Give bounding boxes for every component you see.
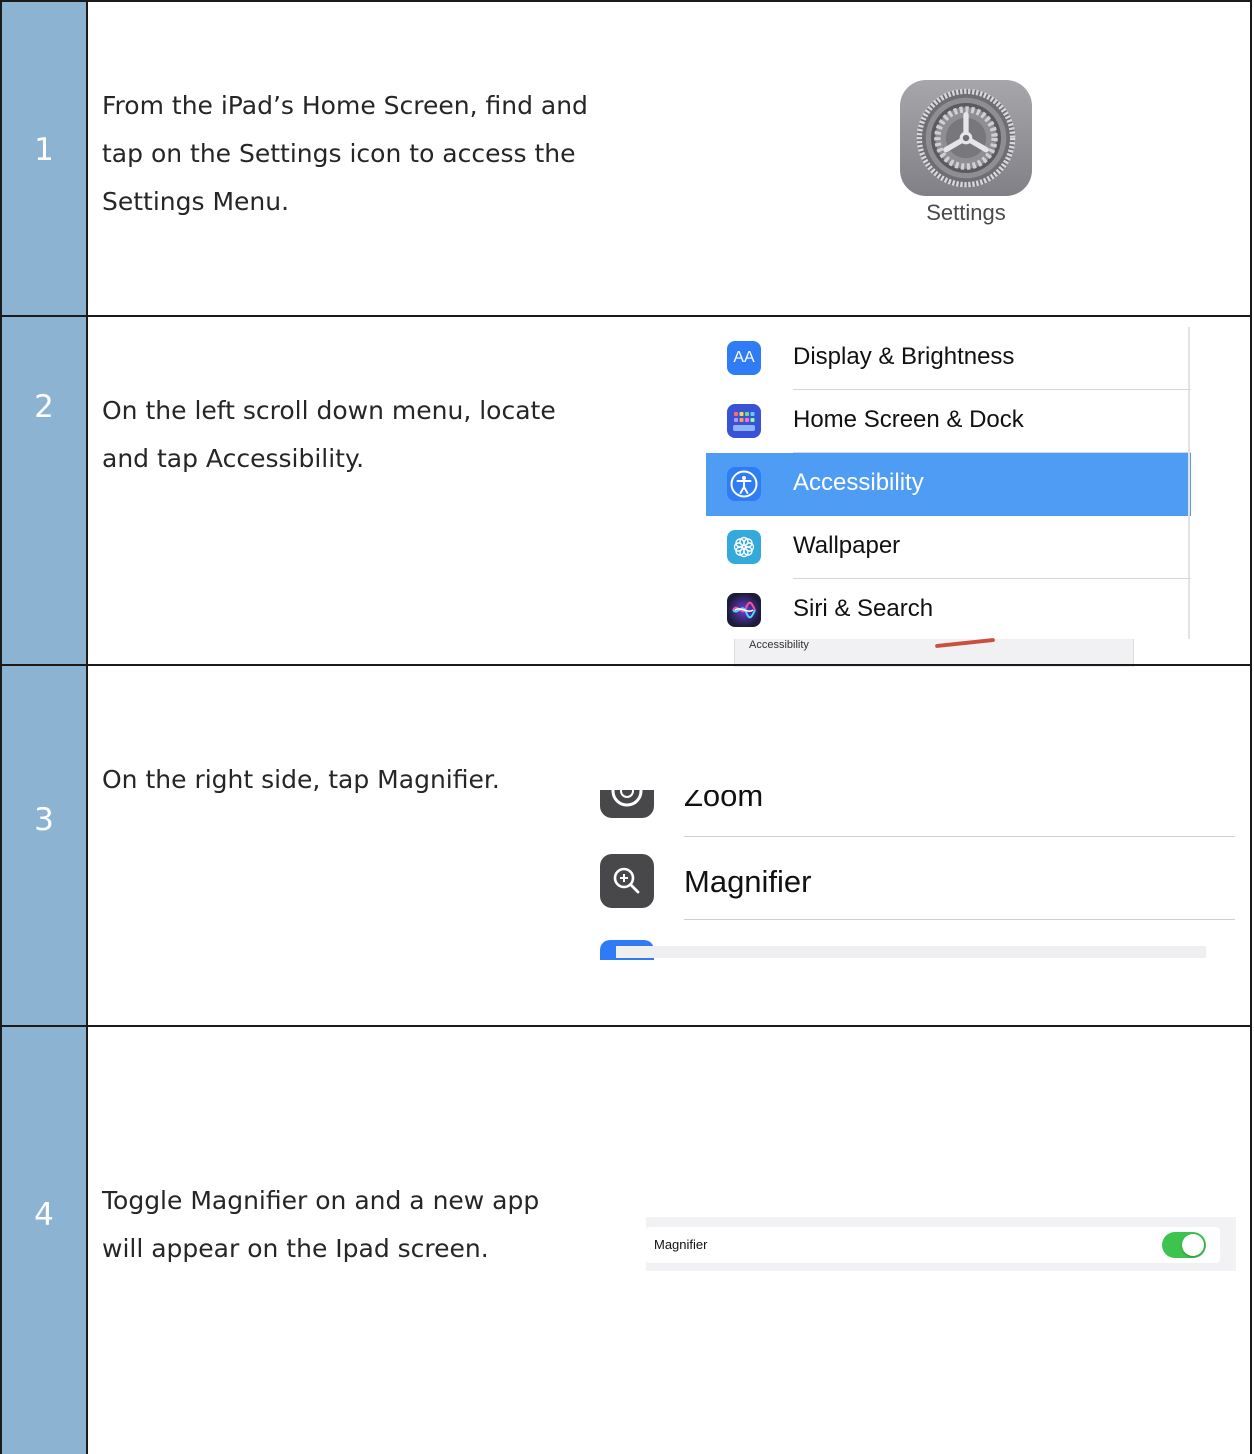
step-line: tap on the Settings icon to access the [102,139,576,168]
gear-icon [900,80,1032,196]
step-number-cell: 3 [2,666,88,1025]
step-number: 1 [34,132,54,168]
menu-item-siri-search[interactable]: Siri & Search [706,579,1191,639]
list-bottom-bar [616,946,1206,958]
siri-icon [727,593,761,627]
magnifier-setting-row: Magnifier [646,1227,1220,1263]
divider [684,836,1235,837]
menu-item-display-brightness[interactable]: AA Display & Brightness [706,327,1191,390]
settings-app-label: Settings [926,200,1006,225]
app-grid-icon [727,404,761,438]
step-instructions: From the iPad’s Home Screen, find and ta… [102,82,622,226]
divider [684,919,1235,920]
step-instructions: Toggle Magnifier on and a new app will a… [102,1177,622,1273]
step-line: On the left scroll down menu, locate [102,396,556,425]
under-panel-label: Accessibility [749,639,809,651]
toggle-knob [1182,1234,1204,1256]
menu-item-label: Accessibility [793,469,924,496]
step-line: and tap Accessibility. [102,444,365,473]
zoom-icon [600,790,654,818]
step-line: On the right side, tap Magnifier. [102,765,500,794]
menu-item-label: Home Screen & Dock [793,406,1024,433]
step-instructions: On the left scroll down menu, locate and… [102,387,622,483]
accessibility-list: Zoom Magnifier [592,790,1235,960]
decorative-mark [934,637,996,649]
step-row-2: 2 On the left scroll down menu, locate a… [0,315,1252,667]
menu-item-accessibility[interactable]: Accessibility [706,453,1191,516]
accessibility-icon [727,467,761,501]
list-item-label: Zoom [684,790,764,813]
step-number: 3 [34,802,54,838]
menu-item-label: Siri & Search [793,595,934,622]
settings-app[interactable]: Settings [900,80,1032,226]
toggle-label: Magnifier [654,1237,708,1252]
step-number: 4 [34,1197,54,1233]
step-row-4: 4 Toggle Magnifier on and a new app will… [0,1025,1252,1454]
step-line: Settings Menu. [102,187,290,216]
menu-item-wallpaper[interactable]: Wallpaper [706,516,1191,579]
step-instructions: On the right side, tap Magnifier. [102,756,622,804]
step-number-cell: 2 [2,317,88,664]
step-row-1: 1 From the iPad’s Home Screen, find and … [0,0,1252,317]
menu-item-label: Wallpaper [793,532,901,559]
list-item-label: Magnifier [684,864,812,899]
step-line: From the iPad’s Home Screen, find and [102,91,588,120]
step-number-cell: 4 [2,1027,88,1454]
step-line: will appear on the Ipad screen. [102,1234,489,1263]
magnifier-setting-panel: Magnifier [646,1217,1236,1271]
menu-under-panel: Accessibility [734,637,1134,667]
magnifier-plus-icon [600,854,654,908]
menu-item-home-screen-dock[interactable]: Home Screen & Dock [706,390,1191,453]
step-line: Toggle Magnifier on and a new app [102,1186,540,1215]
step-row-3: 3 On the right side, tap Magnifier. Zoom [0,664,1252,1027]
step-number-cell: 1 [2,2,88,315]
settings-menu: AA Display & Brightness Home Screen & Do… [678,327,1191,639]
menu-item-label: Display & Brightness [793,343,1015,370]
flower-icon [727,530,761,564]
menu-edge [1188,327,1190,639]
step-number: 2 [34,389,54,425]
text-size-icon: AA [727,341,761,375]
magnifier-toggle[interactable] [1162,1232,1206,1258]
